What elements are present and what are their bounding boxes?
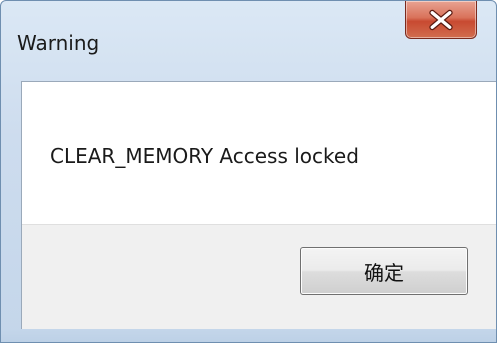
title-bar[interactable]: Warning — [1, 1, 496, 81]
dialog-title: Warning — [17, 31, 100, 55]
close-button[interactable] — [405, 1, 477, 39]
dialog-footer: 确定 — [22, 224, 496, 331]
close-icon — [429, 9, 453, 31]
dialog-body: CLEAR_MEMORY Access locked 确定 — [21, 81, 496, 331]
warning-dialog: Warning CLEAR_MEMORY Access locked 确定 — [0, 0, 497, 343]
window-bottom-border — [1, 329, 496, 342]
ok-button[interactable]: 确定 — [300, 247, 468, 295]
dialog-message: CLEAR_MEMORY Access locked — [50, 144, 359, 168]
